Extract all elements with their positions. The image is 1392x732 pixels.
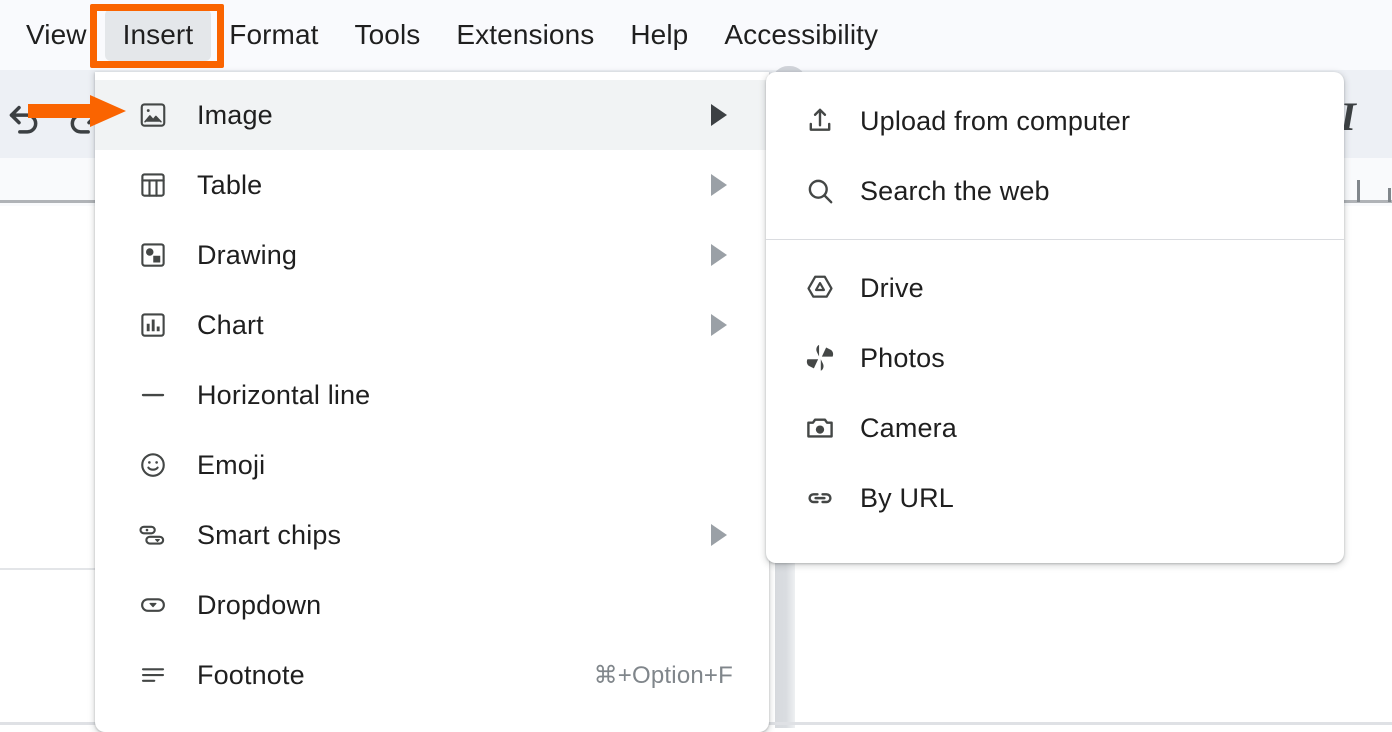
chart-icon xyxy=(123,310,183,340)
menu-item-shortcut: ⌘+Option+F xyxy=(593,661,733,689)
insert-menu-panel[interactable]: Image Table Drawing Chart Horizontal line Emo… xyxy=(95,72,769,732)
submenu-caret-icon xyxy=(711,104,727,126)
image-submenu-item-label: Camera xyxy=(860,413,957,443)
ruler-tick xyxy=(1388,188,1391,202)
emoji-icon xyxy=(123,450,183,480)
image-icon xyxy=(123,100,183,130)
image-submenu-item-camera[interactable]: Camera xyxy=(766,393,1344,463)
drive-icon xyxy=(794,272,846,304)
menubar-item-format[interactable]: Format xyxy=(211,9,336,61)
insert-menu-item-label: Drawing xyxy=(197,240,298,270)
image-submenu-item-label: Search the web xyxy=(860,176,1050,206)
ruler-tick xyxy=(1357,180,1360,202)
submenu-caret-icon xyxy=(711,314,727,336)
annotation-highlight-box xyxy=(90,4,224,68)
insert-menu-item-table[interactable]: Table xyxy=(95,150,769,220)
image-submenu-item-by-url[interactable]: By URL xyxy=(766,463,1344,533)
upload-icon xyxy=(794,105,846,137)
image-submenu-item-label: Upload from computer xyxy=(860,106,1131,136)
drawing-icon xyxy=(123,240,183,270)
footnote-icon xyxy=(123,660,183,690)
insert-menu-item-label: Footnote xyxy=(197,660,305,690)
insert-menu-item-footnote[interactable]: Footnote ⌘+Option+F xyxy=(95,640,769,710)
submenu-caret-icon xyxy=(711,524,727,546)
menubar-item-accessibility[interactable]: Accessibility xyxy=(706,9,896,61)
photos-icon xyxy=(794,342,846,374)
image-submenu-item-label: Photos xyxy=(860,343,945,373)
insert-menu-item-label: Dropdown xyxy=(197,590,322,620)
horizontal-line-icon xyxy=(123,380,183,410)
insert-menu-item-horizontal-line[interactable]: Horizontal line xyxy=(95,360,769,430)
image-submenu-item-label: Drive xyxy=(860,273,924,303)
insert-menu-item-label: Smart chips xyxy=(197,520,342,550)
dropdown-icon xyxy=(123,590,183,620)
submenu-separator xyxy=(766,239,1344,240)
link-icon xyxy=(794,482,846,514)
insert-menu-item-label: Emoji xyxy=(197,450,266,480)
insert-menu-item-smart-chips[interactable]: Smart chips xyxy=(95,500,769,570)
image-submenu-item-upload-from-computer[interactable]: Upload from computer xyxy=(766,86,1344,156)
insert-menu-item-drawing[interactable]: Drawing xyxy=(95,220,769,290)
insert-menu-item-emoji[interactable]: Emoji xyxy=(95,430,769,500)
submenu-caret-icon xyxy=(711,174,727,196)
camera-icon xyxy=(794,412,846,444)
menubar-item-tools[interactable]: Tools xyxy=(337,9,439,61)
insert-menu-item-dropdown[interactable]: Dropdown xyxy=(95,570,769,640)
submenu-caret-icon xyxy=(711,244,727,266)
insert-menu-item-label: Table xyxy=(197,170,263,200)
table-icon xyxy=(123,170,183,200)
annotation-arrow-icon xyxy=(28,95,126,127)
insert-menu-item-label: Chart xyxy=(197,310,264,340)
image-submenu-item-search-the-web[interactable]: Search the web xyxy=(766,156,1344,226)
insert-menu-item-label: Image xyxy=(197,100,273,130)
image-submenu-panel[interactable]: Upload from computer Search the web Drive P… xyxy=(766,72,1344,563)
menubar-item-extensions[interactable]: Extensions xyxy=(438,9,612,61)
insert-menu-item-image[interactable]: Image xyxy=(95,80,769,150)
smart-chips-icon xyxy=(123,520,183,550)
image-submenu-item-label: By URL xyxy=(860,483,954,513)
insert-menu-item-label: Horizontal line xyxy=(197,380,371,410)
image-submenu-item-drive[interactable]: Drive xyxy=(766,253,1344,323)
image-submenu-item-photos[interactable]: Photos xyxy=(766,323,1344,393)
insert-menu-item-chart[interactable]: Chart xyxy=(95,290,769,360)
menubar-item-help[interactable]: Help xyxy=(612,9,706,61)
search-icon xyxy=(794,175,846,207)
